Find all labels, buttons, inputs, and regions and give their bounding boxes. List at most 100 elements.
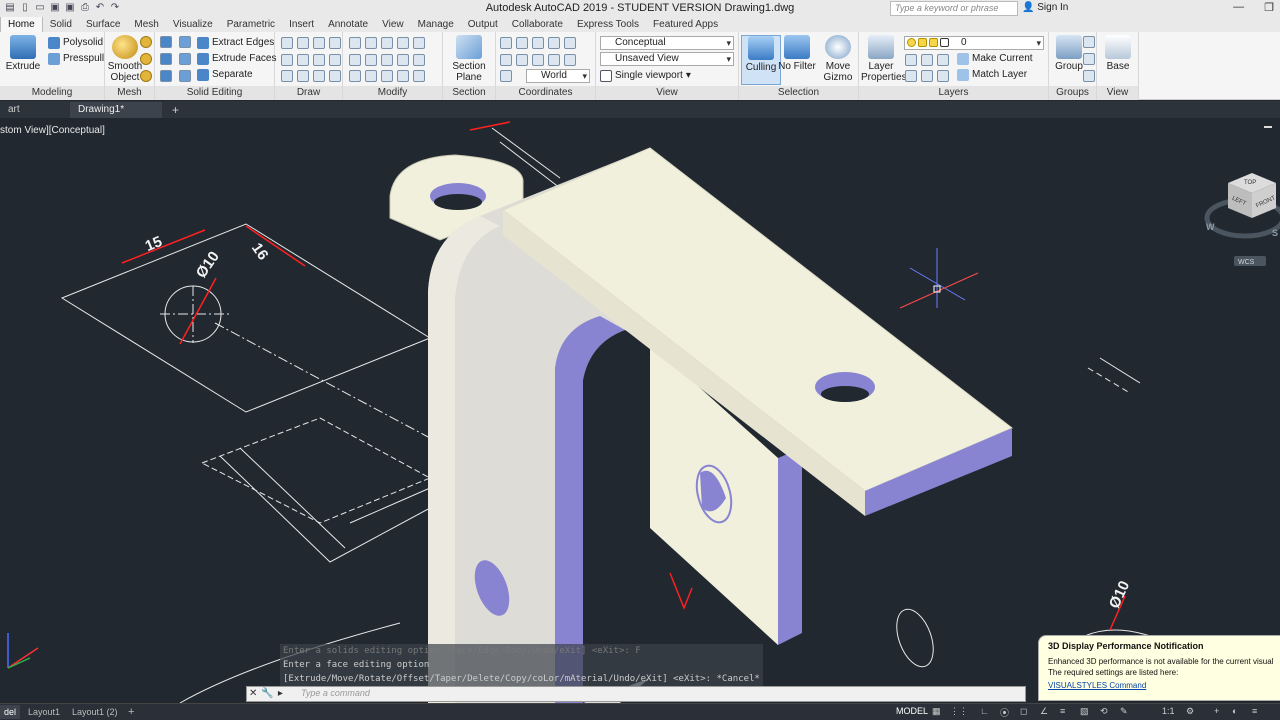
ucs-y-icon[interactable] bbox=[548, 37, 560, 49]
notification-balloon[interactable]: 3D Display Performance Notification Enha… bbox=[1038, 635, 1280, 701]
tab-surface[interactable]: Surface bbox=[79, 17, 127, 32]
ucs-origin-icon[interactable] bbox=[516, 37, 528, 49]
new-tab-button[interactable]: + bbox=[164, 102, 187, 118]
layout1-tab[interactable]: Layout1 bbox=[24, 705, 64, 719]
tab-solid[interactable]: Solid bbox=[43, 17, 79, 32]
fillet-icon[interactable] bbox=[413, 37, 425, 49]
copy-icon[interactable] bbox=[349, 54, 361, 66]
ucs-object-icon[interactable] bbox=[516, 54, 528, 66]
annotation-icon[interactable]: ✎ bbox=[1120, 706, 1128, 717]
imprint-icon[interactable] bbox=[179, 70, 191, 82]
panel-modeling-label[interactable]: Modeling bbox=[0, 86, 104, 100]
maximize-icon[interactable]: ❐ bbox=[1264, 1, 1274, 14]
start-tab[interactable]: art bbox=[0, 102, 28, 118]
intersect-icon[interactable] bbox=[160, 70, 172, 82]
no-filter-button[interactable]: No Filter bbox=[777, 35, 817, 72]
viewcube[interactable]: TOP FRONT LEFT W S WCS bbox=[1204, 173, 1280, 266]
group-select-icon[interactable] bbox=[1083, 70, 1095, 82]
snap-icon[interactable]: ⋮⋮ bbox=[950, 706, 968, 717]
layer-thaw-icon[interactable] bbox=[921, 70, 933, 82]
rectangle-icon[interactable] bbox=[313, 54, 325, 66]
spline-icon[interactable] bbox=[281, 54, 293, 66]
ucs-zaxis-icon[interactable] bbox=[564, 54, 576, 66]
command-line[interactable]: ✕ 🔧 ▸ Type a command bbox=[246, 686, 1026, 702]
explode-icon[interactable] bbox=[365, 70, 377, 82]
mesh-smooth-less-icon[interactable] bbox=[140, 53, 152, 65]
ucs-z-icon[interactable] bbox=[564, 37, 576, 49]
panel-modify-label[interactable]: Modify bbox=[343, 86, 442, 100]
notification-link[interactable]: VISUALSTYLES Command bbox=[1048, 681, 1273, 690]
tab-annotate[interactable]: Annotate bbox=[321, 17, 375, 32]
selection-cycling-icon[interactable]: ⟲ bbox=[1100, 706, 1108, 717]
tab-parametric[interactable]: Parametric bbox=[220, 17, 282, 32]
move-gizmo-button[interactable]: Move Gizmo bbox=[818, 35, 858, 83]
ucs-view-icon[interactable] bbox=[500, 54, 512, 66]
layer-lock-icon[interactable] bbox=[929, 38, 938, 47]
close-icon[interactable]: ✕ bbox=[249, 688, 257, 699]
visual-style-dropdown[interactable]: Conceptual bbox=[600, 36, 734, 50]
layer-lock2-icon[interactable] bbox=[937, 70, 949, 82]
base-button[interactable]: Base bbox=[1098, 35, 1138, 72]
arc-icon[interactable] bbox=[329, 37, 341, 49]
line-icon[interactable] bbox=[281, 37, 293, 49]
tab-visualize[interactable]: Visualize bbox=[166, 17, 220, 32]
mesh-refine-icon[interactable] bbox=[140, 70, 152, 82]
layer-isolate-icon[interactable] bbox=[921, 54, 933, 66]
viewport-config-button[interactable]: Single viewport ▾ bbox=[600, 68, 691, 84]
layer-unisolate-icon[interactable] bbox=[937, 54, 949, 66]
region-icon[interactable] bbox=[297, 70, 309, 82]
tab-express-tools[interactable]: Express Tools bbox=[570, 17, 646, 32]
hatch-icon[interactable] bbox=[329, 54, 341, 66]
panel-groups-label[interactable]: Groups bbox=[1049, 86, 1096, 100]
annotation-scale[interactable]: 1:1 bbox=[1162, 706, 1175, 716]
annotation-monitor-icon[interactable]: + bbox=[1214, 706, 1219, 716]
command-input[interactable]: Type a command bbox=[301, 688, 370, 698]
culling-button[interactable]: Culling bbox=[741, 35, 781, 85]
union-icon[interactable] bbox=[160, 36, 172, 48]
circle-icon[interactable] bbox=[313, 37, 325, 49]
tab-collaborate[interactable]: Collaborate bbox=[505, 17, 570, 32]
polygon-icon[interactable] bbox=[281, 70, 293, 82]
panel-section-label[interactable]: Section bbox=[443, 86, 495, 100]
panel-layers-label[interactable]: Layers bbox=[859, 86, 1048, 100]
panel-mesh-label[interactable]: Mesh bbox=[105, 86, 154, 100]
polar-icon[interactable]: ⦿ bbox=[1000, 706, 1009, 719]
named-view-dropdown[interactable]: Unsaved View bbox=[600, 52, 734, 66]
workspace-gear-icon[interactable]: ⚙ bbox=[1186, 706, 1194, 717]
rotate-icon[interactable] bbox=[365, 37, 377, 49]
lineweight-icon[interactable]: ≡ bbox=[1060, 706, 1065, 716]
customize-icon[interactable]: 🔧 bbox=[261, 688, 273, 699]
extrude-button[interactable]: Extrude bbox=[3, 35, 43, 72]
viewport-controls-label[interactable]: stom View][Conceptual] bbox=[0, 125, 105, 136]
presspull-button[interactable]: Presspull bbox=[48, 51, 104, 67]
minimize-icon[interactable]: — bbox=[1233, 1, 1244, 14]
ucs-named-icon[interactable] bbox=[500, 70, 512, 82]
model-canvas[interactable]: 15 16 Ø10 R5 Ø10 bbox=[0, 118, 1280, 703]
polyline-icon[interactable] bbox=[297, 37, 309, 49]
ortho-icon[interactable]: ∟ bbox=[980, 706, 989, 716]
extract-edges-button[interactable]: Extract Edges bbox=[197, 35, 274, 51]
polysolid-button[interactable]: Polysolid bbox=[48, 35, 103, 51]
match-layer-button[interactable]: Match Layer bbox=[957, 67, 1027, 83]
section-plane-button[interactable]: Section Plane bbox=[449, 35, 489, 83]
layer-off-icon[interactable] bbox=[905, 54, 917, 66]
separate-button[interactable]: Separate bbox=[197, 67, 253, 83]
align-icon[interactable] bbox=[381, 70, 393, 82]
slice-icon[interactable] bbox=[179, 36, 191, 48]
panel-draw-label[interactable]: Draw bbox=[275, 86, 342, 100]
extrude-faces-button[interactable]: Extrude Faces bbox=[197, 51, 276, 67]
subtract-icon[interactable] bbox=[160, 53, 172, 65]
tab-home[interactable]: Home bbox=[0, 17, 43, 32]
bracket-solid[interactable] bbox=[389, 147, 1013, 703]
group-edit-icon[interactable] bbox=[1083, 53, 1095, 65]
tab-mesh[interactable]: Mesh bbox=[127, 17, 165, 32]
array-icon[interactable] bbox=[413, 54, 425, 66]
ucs-world-dropdown[interactable]: World bbox=[526, 69, 590, 83]
mesh-smooth-more-icon[interactable] bbox=[140, 36, 152, 48]
tab-featured-apps[interactable]: Featured Apps bbox=[646, 17, 725, 32]
osnap-icon[interactable]: ◻ bbox=[1020, 706, 1027, 717]
customize-statusbar-icon[interactable]: ≡ bbox=[1252, 706, 1257, 716]
tab-view[interactable]: View bbox=[375, 17, 411, 32]
panel-view2-label[interactable]: View bbox=[1097, 86, 1138, 100]
tab-insert[interactable]: Insert bbox=[282, 17, 321, 32]
